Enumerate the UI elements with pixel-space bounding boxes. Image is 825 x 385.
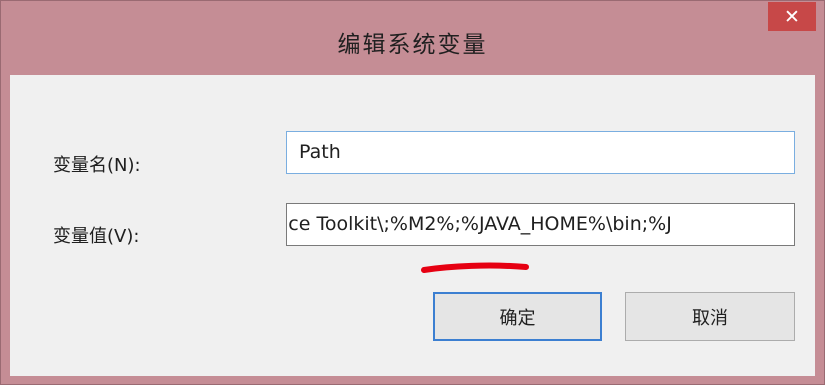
ok-button-label: 确定 xyxy=(499,307,536,329)
variable-name-text: Path xyxy=(299,141,341,163)
red-underline-annotation xyxy=(421,262,529,273)
dialog-body: 变量名(N): Path 变量值(V): ice Toolkit\;%M2%;%… xyxy=(10,75,815,376)
dialog-title: 编辑系统变量 xyxy=(337,32,488,58)
variable-value-label: 变量值(V): xyxy=(53,226,140,247)
cancel-button[interactable]: 取消 xyxy=(625,292,795,341)
cancel-button-label: 取消 xyxy=(692,307,728,329)
variable-name-label: 变量名(N): xyxy=(53,155,141,176)
variable-value-input[interactable]: ice Toolkit\;%M2%;%JAVA_HOME%\bin;%J xyxy=(286,203,795,246)
edit-system-variable-dialog: 编辑系统变量 ✕ 变量名(N): Path 变量值(V): ice Toolki… xyxy=(0,0,825,385)
title-bar[interactable]: 编辑系统变量 ✕ xyxy=(1,1,824,75)
close-icon: ✕ xyxy=(784,5,800,28)
close-button[interactable]: ✕ xyxy=(768,2,816,31)
variable-name-input[interactable]: Path xyxy=(286,131,795,174)
ok-button[interactable]: 确定 xyxy=(433,292,602,341)
variable-value-text: ice Toolkit\;%M2%;%JAVA_HOME%\bin;%J xyxy=(286,213,672,235)
